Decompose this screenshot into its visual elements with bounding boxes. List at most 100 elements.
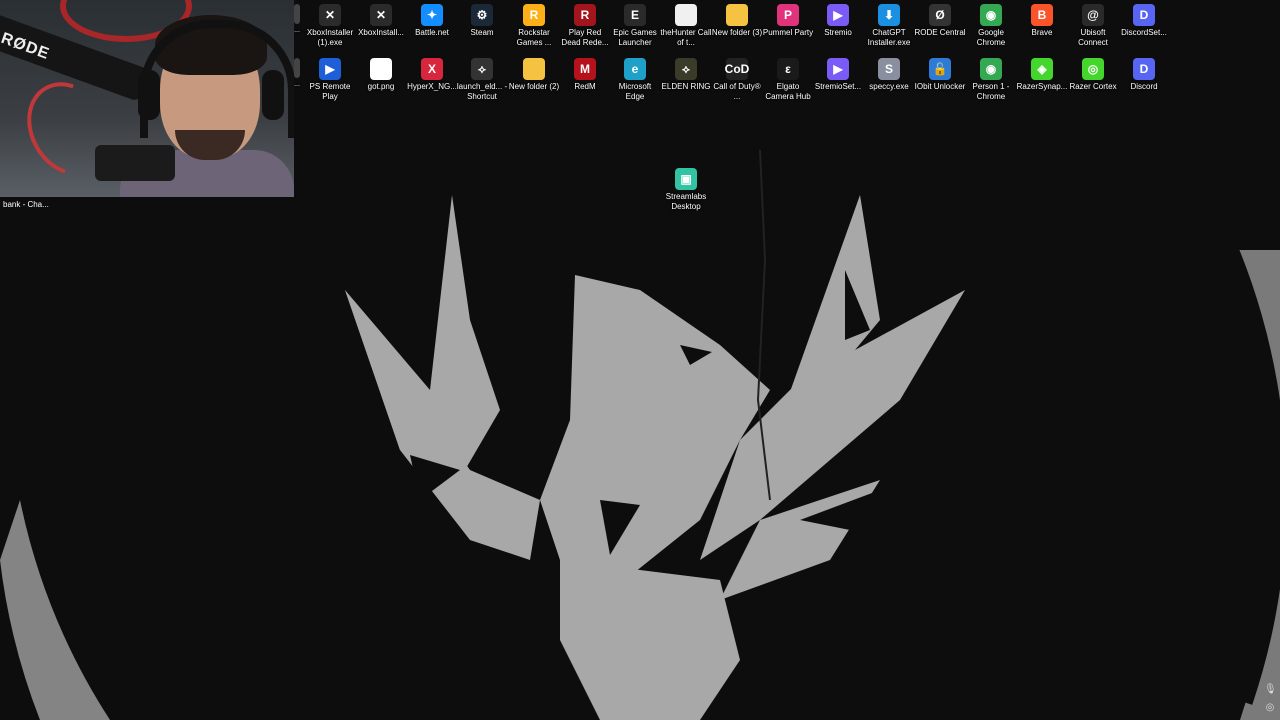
desktop-icon[interactable]: ▶ PS Remote Play — [304, 58, 356, 102]
desktop-icon-label: Battle.net — [415, 28, 449, 37]
desktop-icon[interactable]: ▶ Stremio — [812, 4, 864, 38]
unlock-icon: 🔓 — [929, 58, 951, 80]
desktop-icon[interactable]: ⚙ Steam — [456, 4, 508, 38]
headset-earcup-right — [262, 70, 284, 120]
desktop-icon-label: New folder (3) — [711, 28, 763, 37]
epic-icon: E — [624, 4, 646, 26]
desktop-icon-label: Streamlabs Desktop — [665, 192, 707, 211]
xbox-icon: ✕ — [319, 4, 341, 26]
desktop-icon-label: Rockstar Games ... — [516, 28, 552, 47]
desktop-icon-label: Microsoft Edge — [618, 82, 652, 101]
desktop-icon[interactable]: ▣ Streamlabs Desktop — [660, 168, 712, 212]
razer-icon: ◈ — [1031, 58, 1053, 80]
desktop-icon[interactable]: R Rockstar Games ... — [508, 4, 560, 48]
desktop-icon[interactable]: Sspeccy.exe — [863, 58, 915, 92]
desktop-icon[interactable]: CoD Call of Duty® ... — [711, 58, 763, 102]
desktop-icon[interactable]: got.png — [355, 58, 407, 92]
pummel-party-icon: P — [777, 4, 799, 26]
battlenet-icon: ✦ — [421, 4, 443, 26]
elden-ring-shortcut-icon: ⟡ — [471, 58, 493, 80]
desktop-icon[interactable]: theHunter Call of t... — [660, 4, 712, 48]
desktop-icon[interactable]: E Epic Games Launcher — [609, 4, 661, 48]
desktop-icon[interactable]: B Brave — [1016, 4, 1068, 38]
desktop-icon[interactable]: ⬇ ChatGPT Installer.exe — [863, 4, 915, 48]
rode-icon: Ø — [929, 4, 951, 26]
desktop-icon-label: HyperX_NG... — [407, 82, 457, 91]
rdr2-icon: R — [574, 4, 596, 26]
desktop-icon[interactable]: X HyperX_NG... — [406, 58, 458, 92]
desktop-icon[interactable]: R Play Red Dead Rede... — [559, 4, 611, 48]
speccy-icon: S — [878, 58, 900, 80]
xbox-icon: ✕ — [370, 4, 392, 26]
headset-earcup-left — [138, 70, 160, 120]
desktop-icon[interactable]: ▶ StremioSet... — [812, 58, 864, 92]
desktop-icon-label: theHunter Call of t... — [660, 28, 712, 47]
desktop-icon[interactable]: M RedM — [559, 58, 611, 92]
desktop-icon[interactable]: ⟡ ELDEN RING — [660, 58, 712, 92]
rockstar-icon: R — [523, 4, 545, 26]
stremio-icon: ▶ — [827, 4, 849, 26]
desktop-icon-label: XboxInstaller (1).exe — [306, 28, 354, 47]
location-icon[interactable]: ◎ — [1264, 702, 1276, 714]
steam-icon: ⚙ — [471, 4, 493, 26]
chrome-icon: ◉ — [980, 4, 1002, 26]
edge-icon: e — [624, 58, 646, 80]
desktop-icon-label: RazerSynap... — [1016, 82, 1068, 91]
streamlabs-icon: ▣ — [675, 168, 697, 190]
desktop-icon[interactable]: D Discord — [1118, 58, 1170, 92]
elgato-icon: ε — [777, 58, 799, 80]
desktop-icon[interactable]: New folder (2) — [508, 58, 560, 92]
desktop-icon[interactable]: P Pummel Party — [762, 4, 814, 38]
desktop-icon[interactable]: New folder (3) — [711, 4, 763, 38]
call-of-duty-icon: CoD — [725, 58, 749, 80]
desktop-icon-label: Elgato Camera Hub — [765, 82, 811, 101]
desktop-icon-label: Steam — [470, 28, 494, 37]
desktop-icon[interactable]: @ Ubisoft Connect — [1067, 4, 1119, 48]
desktop-icon-label: New folder (2) — [508, 82, 560, 91]
desktop-icon[interactable]: D DiscordSet... — [1118, 4, 1170, 38]
hyperx-icon: X — [421, 58, 443, 80]
desktop-icon[interactable]: ◈ RazerSynap... — [1016, 58, 1068, 92]
desktop-icon[interactable]: ◉ Google Chrome — [965, 4, 1017, 48]
desktop-icon-label: Ubisoft Connect — [1078, 28, 1108, 47]
webcam-caption: bank - Cha... — [3, 200, 49, 209]
desktop-icon[interactable]: Ø RODE Central — [914, 4, 966, 38]
desktop-icon-label: Call of Duty® ... — [713, 82, 761, 101]
desktop-icon[interactable]: 🔓 IObit Unlocker — [914, 58, 966, 92]
desktop-icon-label: PS Remote Play — [309, 82, 351, 101]
file-icon — [675, 4, 697, 26]
desktop-icon[interactable]: ε Elgato Camera Hub — [762, 58, 814, 102]
desktop-icon-label: DiscordSet... — [1121, 28, 1167, 37]
desktop-icon-label: Play Red Dead Rede... — [561, 28, 609, 47]
brave-icon: B — [1031, 4, 1053, 26]
ps-remote-play-icon: ▶ — [319, 58, 341, 80]
folder-icon — [726, 4, 748, 26]
desktop-icon-label: got.png — [367, 82, 395, 91]
generic-file-icon — [294, 4, 300, 24]
microphone-icon[interactable]: 🎙 — [1264, 684, 1277, 696]
desktop-icon-label: RedM — [574, 82, 596, 91]
desktop-icon-label: StremioSet... — [814, 82, 862, 91]
desktop-icon-label: ChatGPT Installer.exe — [867, 28, 911, 47]
redm-icon: M — [574, 58, 596, 80]
desktop-icon[interactable]: ✕ XboxInstaller (1).exe — [304, 4, 356, 48]
desktop-icon[interactable]: ✕ XboxInstall... — [355, 4, 407, 38]
desktop-icon-label: launch_eld... - Shortcut — [456, 82, 508, 101]
image-file-icon — [370, 58, 392, 80]
system-tray: 🎙 ◎ — [1260, 682, 1280, 720]
download-icon: ⬇ — [878, 4, 900, 26]
chrome-icon: ◉ — [980, 58, 1002, 80]
desktop-icon[interactable]: ✦ Battle.net — [406, 4, 458, 38]
discord-icon: D — [1133, 4, 1155, 26]
desktop-icon[interactable]: e Microsoft Edge — [609, 58, 661, 102]
desktop-icon[interactable]: ◉ Person 1 - Chrome — [965, 58, 1017, 102]
discord-icon: D — [1133, 58, 1155, 80]
desktop-icon[interactable]: ◎ Razer Cortex — [1067, 58, 1119, 92]
desktop-icon-label: XboxInstall... — [358, 28, 404, 37]
desktop-icon-label: Google Chrome — [976, 28, 1006, 47]
desktop-icon[interactable]: ⟡ launch_eld... - Shortcut — [456, 58, 508, 102]
stremio-icon: ▶ — [827, 58, 849, 80]
desktop-icon-label: ELDEN RING — [661, 82, 711, 91]
razer-cortex-icon: ◎ — [1082, 58, 1104, 80]
desktop-icon-label: Person 1 - Chrome — [972, 82, 1010, 101]
